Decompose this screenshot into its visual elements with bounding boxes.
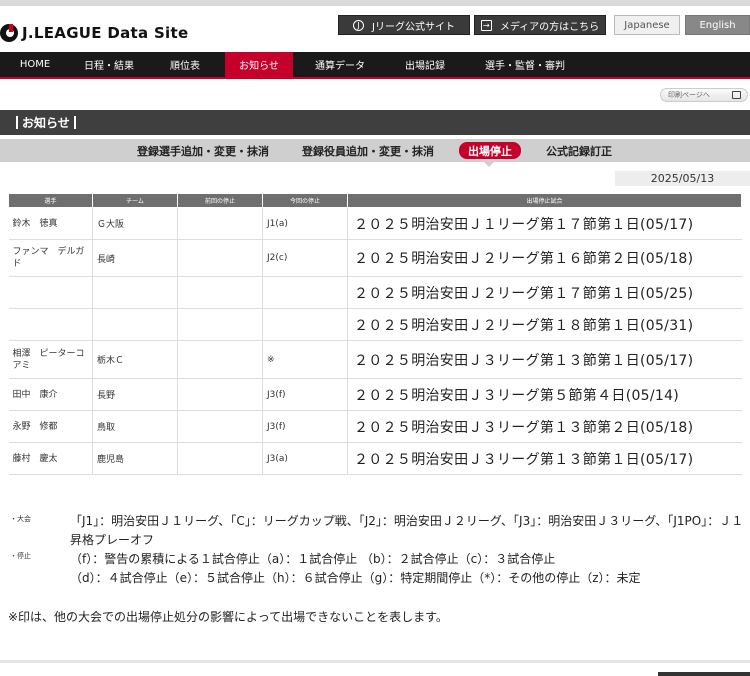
media-button[interactable]: → メディアの方はこちら [474,15,606,35]
update-date: 2025/05/13 [615,171,750,186]
tab-pointer [484,162,494,167]
cell-prev [177,378,263,411]
enter-icon: → [480,19,492,31]
suspension-note-label: ・停止 [10,552,31,560]
suspension-note-text-1: （f）：警告の累積による１試合停止（a）：１試合停止 （b）：２試合停止（c）：… [70,552,556,566]
cell-prev [177,207,263,240]
cell-player [8,276,93,309]
footnote: ※印は、他の大会での出場停止処分の影響によって出場できないことを表します。 [8,610,448,624]
logo-text: J.LEAGUE Data Site [22,24,189,42]
cell-curr: J1(a) [262,207,348,240]
nav-schedule-results[interactable]: 日程・結果 [70,52,148,77]
official-site-button[interactable]: J Jリーグ公式サイト [338,15,470,35]
main-nav: HOME 日程・結果 順位表 お知らせ 通算データ 出場記録 選手・監督・審判 [0,52,750,79]
cell-player: 相澤 ピーターコアミ [8,340,93,379]
cell-team: 鹿児島 [92,442,178,475]
cell-prev [177,239,263,277]
cell-prev [177,340,263,379]
jleague-logo[interactable]: J.LEAGUE Data Site [0,20,188,46]
table-row: 藤村 慶太 鹿児島 J3(a) ２０２５明治安田Ｊ３リーグ第１３節第１日(05/… [8,442,742,475]
tournament-note-text: 「J1」：明治安田Ｊ１リーグ、「C」：リーグカップ戦、「J2」：明治安田Ｊ２リー… [70,514,744,547]
nav-home[interactable]: HOME [0,52,70,77]
subtabs: 登録選手追加・変更・抹消 登録役員追加・変更・抹消 出場停止 公式記録訂正 [0,139,750,162]
cell-team [92,308,178,341]
media-label: メディアの方はこちら [499,21,600,33]
table-row: ２０２５明治安田Ｊ２リーグ第１８節第１日(05/31) [8,308,742,341]
printer-icon [732,91,741,99]
section-title: お知らせ [0,110,750,135]
cell-curr: J3(f) [262,378,348,411]
cell-curr [262,308,348,341]
cell-prev [177,410,263,443]
cell-team: 長崎 [92,239,178,277]
cell-team: Ｇ大阪 [92,207,178,240]
cell-team: 栃木Ｃ [92,340,178,379]
cell-player: 田中 康介 [8,378,93,411]
table-row: 相澤 ピーターコアミ 栃木Ｃ ※ ２０２５明治安田Ｊ３リーグ第１３節第１日(05… [8,340,742,379]
print-label: 印刷ページへ [668,91,710,99]
cell-prev [177,442,263,475]
cell-player: 永野 修都 [8,410,93,443]
cell-player: 鈴木 徳真 [8,207,93,240]
col-suspended-match: 出場停止試合 [347,193,742,208]
print-page-button[interactable]: 印刷ページへ [660,88,748,102]
divider [0,660,750,663]
col-curr-suspension: 今回の停止 [262,193,348,208]
section-title-text: お知らせ [22,116,70,130]
cell-match: ２０２５明治安田Ｊ３リーグ第５節第４日(05/14) [347,378,742,411]
nav-players-managers-referees[interactable]: 選手・監督・審判 [470,52,580,77]
cell-match: ２０２５明治安田Ｊ３リーグ第１３節第１日(05/17) [347,442,742,475]
col-team: チーム [92,193,178,208]
cell-team: 長野 [92,378,178,411]
cell-curr: J2(c) [262,239,348,277]
tournament-note-label: ・大会 [10,515,31,523]
site-header: J.LEAGUE Data Site J Jリーグ公式サイト → メディアの方は… [0,0,750,52]
cell-prev [177,308,263,341]
jleague-logo-icon [0,22,18,44]
cell-player: 藤村 慶太 [8,442,93,475]
lang-japanese-button[interactable]: Japanese [614,15,680,35]
footer-edge [658,672,750,676]
nav-cumulative-data[interactable]: 通算データ [300,52,380,77]
cell-player [8,308,93,341]
cell-curr: J3(f) [262,410,348,443]
table-row: 鈴木 徳真 Ｇ大阪 J1(a) ２０２５明治安田Ｊ１リーグ第１７節第１日(05/… [8,207,742,240]
table-row: 永野 修都 鳥取 J3(f) ２０２５明治安田Ｊ３リーグ第１３節第２日(05/1… [8,410,742,443]
cell-prev [177,276,263,309]
cell-team [92,276,178,309]
suspension-note-text-2: （d）：４試合停止（e）：５試合停止（h）：６試合停止（g）：特定期間停止（*）… [70,571,641,585]
cell-player: ファンマ デルガド [8,239,93,277]
tab-staff-registration[interactable]: 登録役員追加・変更・抹消 [297,142,439,159]
cell-match: ２０２５明治安田Ｊ３リーグ第１３節第２日(05/18) [347,410,742,443]
table-row: 田中 康介 長野 J3(f) ２０２５明治安田Ｊ３リーグ第５節第４日(05/14… [8,378,742,411]
page: J.LEAGUE Data Site J Jリーグ公式サイト → メディアの方は… [0,0,750,676]
nav-appearance-records[interactable]: 出場記録 [385,52,465,77]
lang-english-button[interactable]: English [685,15,750,35]
official-site-label: Jリーグ公式サイト [372,21,455,33]
col-prev-suspension: 前回の停止 [177,193,263,208]
suspension-table: 選手 チーム 前回の停止 今回の停止 出場停止試合 鈴木 徳真 Ｇ大阪 J1(a… [8,193,742,475]
cell-curr: J3(a) [262,442,348,475]
cell-match: ２０２５明治安田Ｊ２リーグ第１８節第１日(05/31) [347,308,742,341]
cell-match: ２０２５明治安田Ｊ３リーグ第１３節第１日(05/17) [347,340,742,379]
cell-curr [262,276,348,309]
cell-curr: ※ [262,340,348,379]
table-row: ファンマ デルガド 長崎 J2(c) ２０２５明治安田Ｊ２リーグ第１６節第２日(… [8,239,742,277]
tab-suspension[interactable]: 出場停止 [459,142,521,159]
nav-news[interactable]: お知らせ [225,52,293,77]
table-row: ２０２５明治安田Ｊ２リーグ第１７節第１日(05/25) [8,276,742,309]
nav-standings[interactable]: 順位表 [148,52,222,77]
cell-match: ２０２５明治安田Ｊ１リーグ第１７節第１日(05/17) [347,207,742,240]
cell-match: ２０２５明治安田Ｊ２リーグ第１７節第１日(05/25) [347,276,742,309]
col-player: 選手 [8,193,93,208]
jleague-icon: J [353,19,365,31]
cell-match: ２０２５明治安田Ｊ２リーグ第１６節第２日(05/18) [347,239,742,277]
tab-player-registration[interactable]: 登録選手追加・変更・抹消 [132,142,274,159]
tab-record-correction[interactable]: 公式記録訂正 [540,142,618,159]
cell-team: 鳥取 [92,410,178,443]
